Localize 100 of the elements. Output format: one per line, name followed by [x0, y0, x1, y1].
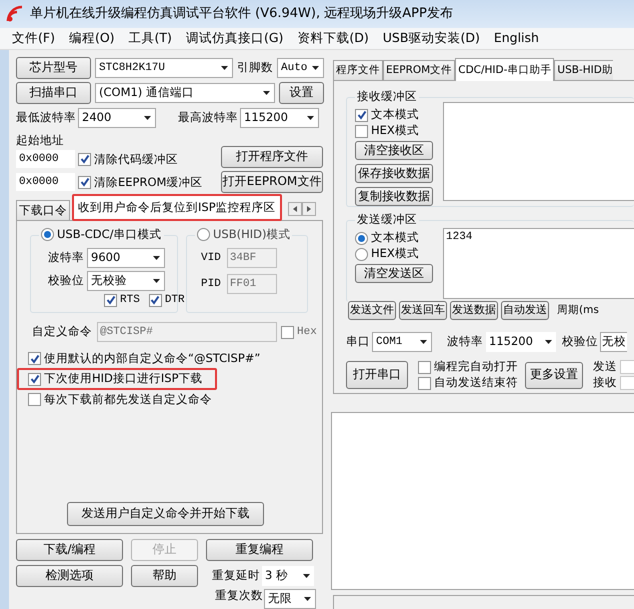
radio-label: 文本模式 [371, 231, 419, 245]
button[interactable]: 帮助 [131, 565, 198, 587]
button[interactable]: 扫描串口 [16, 82, 91, 104]
menu-item[interactable]: English [494, 31, 539, 46]
checkbox-label: DTR [164, 294, 185, 306]
checkbox[interactable] [104, 294, 117, 306]
checkbox[interactable] [281, 326, 294, 338]
dropdown-arrow-icon [302, 573, 311, 579]
menu-item[interactable]: 编程(O) [68, 31, 115, 46]
label: 校验位 [562, 335, 598, 349]
dropdown[interactable]: 2400 [78, 108, 156, 128]
dropdown-arrow-icon [544, 339, 553, 345]
radio-button[interactable] [355, 248, 368, 260]
button[interactable]: 清空发送区 [355, 264, 433, 283]
checkbox[interactable] [418, 376, 431, 390]
pid-field[interactable]: FF01 [226, 274, 277, 294]
dropdown[interactable]: 无限 [264, 589, 316, 609]
counter-field [620, 360, 634, 374]
radio-label: USB(HID)模式 [213, 228, 290, 242]
dropdown[interactable]: Auto [277, 58, 324, 78]
group-title: 发送缓冲区 [357, 213, 417, 226]
address-field[interactable]: 0x0000 [16, 173, 75, 192]
button[interactable]: 发送回车 [399, 301, 447, 320]
button[interactable]: 发送用户自定义命令并开始下载 [67, 502, 264, 526]
button[interactable]: 发送数据 [450, 301, 498, 320]
receive-area[interactable] [443, 102, 634, 201]
menu-item[interactable]: 调试仿真接口(G) [186, 31, 284, 46]
radio-button[interactable] [197, 228, 210, 242]
vid-field[interactable]: 34BF [226, 248, 277, 268]
button[interactable]: 芯片型号 [16, 57, 91, 79]
checkbox[interactable] [355, 124, 368, 138]
dropdown-arrow-icon [220, 65, 229, 71]
dropdown[interactable]: 9600 [87, 248, 165, 268]
checkbox-label: Hex [297, 326, 317, 338]
menu-item[interactable]: 资料下载(D) [297, 31, 369, 46]
button[interactable]: 清空接收区 [355, 141, 433, 160]
checkbox[interactable] [28, 352, 41, 365]
label: VID [201, 252, 221, 264]
tab[interactable]: 程序文件 [333, 60, 383, 80]
button[interactable]: 自动发送 [501, 301, 549, 320]
label: 重复次数 [215, 589, 263, 602]
button[interactable]: 复制接收数据 [355, 187, 433, 206]
label: 接收 [593, 376, 617, 390]
dropdown[interactable]: COM1 [372, 332, 432, 352]
address-field[interactable]: 0x0000 [16, 150, 75, 168]
radio-label: HEX模式 [371, 247, 419, 261]
tab[interactable]: CDC/HID-串口助手 [455, 58, 554, 81]
button[interactable]: 打开串口 [346, 361, 408, 389]
dropdown-arrow-icon [419, 339, 428, 345]
label: 起始地址 [16, 134, 65, 148]
checkbox[interactable] [418, 360, 431, 374]
label: 最低波特率 [16, 111, 76, 125]
button[interactable]: 打开程序文件 [221, 146, 323, 168]
dropdown[interactable]: 115200 [486, 332, 556, 352]
checkbox[interactable] [28, 372, 41, 386]
dropdown[interactable]: 115200 [240, 108, 319, 128]
button[interactable]: 检测选项 [16, 565, 123, 587]
checkbox-label: 使用默认的内部自定义命令“@STCISP#” [44, 352, 260, 366]
app-logo-icon [6, 5, 24, 23]
label: 串口 [346, 335, 370, 349]
checkbox-label: 清除代码缓冲区 [94, 152, 178, 166]
checkbox[interactable] [78, 176, 91, 189]
dropdown[interactable]: 3 秒 [262, 566, 314, 586]
button[interactable]: 保存接收数据 [355, 164, 433, 183]
menu-item[interactable]: USB驱动安装(D) [382, 31, 480, 46]
button[interactable]: 重复编程 [206, 539, 313, 561]
menu-item[interactable]: 工具(T) [128, 31, 172, 46]
radio-label: USB-CDC/串口模式 [57, 228, 162, 242]
window-title: 单片机在线升级编程仿真调试平台软件 (V6.94W), 远程现场升级APP发布 [30, 6, 453, 22]
command-field[interactable]: @STCISP# [97, 322, 277, 342]
checkbox[interactable] [355, 108, 368, 122]
checkbox-label: 自动发送结束符 [434, 376, 518, 390]
checkbox-label: 下次使用HID接口进行ISP下载 [44, 372, 203, 386]
dropdown[interactable]: STC8H2K17U [95, 58, 233, 78]
tab[interactable]: EEPROM文件 [383, 60, 456, 80]
checkbox[interactable] [148, 294, 162, 306]
tab[interactable]: 下载口令 [16, 200, 70, 220]
radio-button[interactable] [41, 228, 54, 242]
label: 引脚数 [237, 61, 273, 75]
button[interactable]: 更多设置 [525, 362, 583, 388]
checkbox-label: 编程完自动打开 [434, 360, 518, 374]
checkbox-label: 文本模式 [371, 108, 419, 122]
label: 自定义命令 [32, 325, 92, 339]
checkbox[interactable] [28, 393, 41, 406]
label: 最高波特率 [178, 111, 238, 125]
dropdown[interactable]: 无校验 [87, 271, 165, 291]
button[interactable]: 打开EEPROM文件 [221, 171, 323, 193]
button[interactable]: 发送文件 [348, 301, 396, 320]
menu-item[interactable]: 文件(F) [12, 31, 55, 46]
checkbox[interactable] [78, 152, 91, 166]
tab[interactable]: USB-HID助 [554, 60, 613, 80]
radio-button[interactable] [355, 232, 368, 244]
button[interactable]: 下载/编程 [16, 539, 123, 561]
button[interactable]: 设置 [279, 82, 324, 104]
checkbox-label: RTS [120, 294, 140, 306]
dropdown[interactable]: 无校 [600, 332, 627, 352]
send-field[interactable]: 1234 [443, 228, 634, 299]
dropdown-arrow-icon [311, 65, 320, 71]
label: 周期(ms [557, 304, 599, 317]
dropdown[interactable]: (COM1) 通信端口 [95, 83, 275, 103]
